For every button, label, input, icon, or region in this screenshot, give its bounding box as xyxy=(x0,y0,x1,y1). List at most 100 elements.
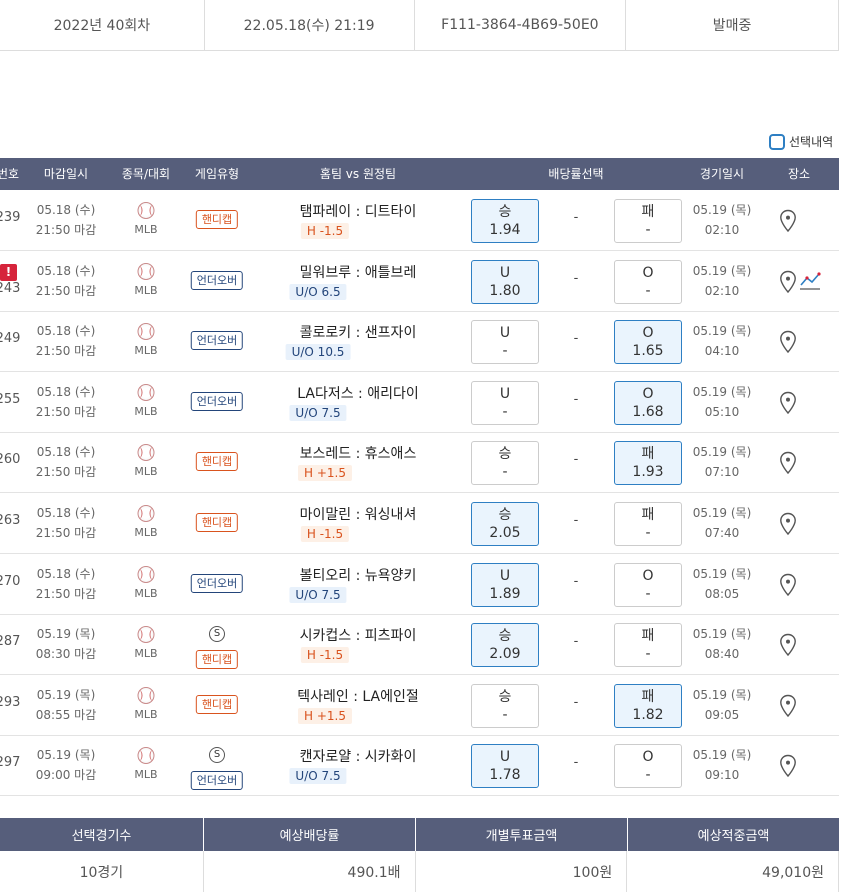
odds-option-away[interactable]: O- xyxy=(614,562,682,607)
odds-option-home[interactable]: 승 1.94 xyxy=(471,199,539,243)
handicap-label: U/O 7.5 xyxy=(289,404,347,421)
map-pin-icon[interactable] xyxy=(779,694,797,722)
map-pin-icon[interactable] xyxy=(779,633,797,661)
odds-option-home[interactable]: U 1.89 xyxy=(471,562,539,607)
match-teams[interactable]: 탬파레이 : 디트타이 xyxy=(300,201,417,221)
game-date-cell: 05.19 (목) 09:05 xyxy=(693,685,752,725)
baseball-icon xyxy=(137,323,155,341)
game-time: 09:05 xyxy=(704,707,740,722)
odds-option-away[interactable]: 패- xyxy=(614,502,682,546)
game-number: 270 xyxy=(0,573,21,589)
odds-option-away[interactable]: 패- xyxy=(614,199,682,243)
map-pin-icon[interactable] xyxy=(779,573,797,601)
table-row: 25505.18 (수)21:50 마감MLB언더오버LA다저스 : 애리다이U… xyxy=(0,372,839,433)
game-time: 07:40 xyxy=(704,526,740,540)
odds-option-value: 2.05 xyxy=(489,525,521,541)
map-pin-icon[interactable] xyxy=(779,754,797,782)
odds-option-away[interactable]: O 1.68 xyxy=(614,380,682,425)
odds-option-home[interactable]: 승 2.05 xyxy=(471,502,539,546)
map-pin-icon[interactable] xyxy=(779,270,797,298)
match-teams[interactable]: 볼티오리 : 뉴욕양키 xyxy=(300,565,417,585)
deadline-cell: 05.18 (수) 21:50 마감 xyxy=(36,200,96,240)
map-pin-icon[interactable] xyxy=(779,209,797,237)
odds-option-label: O xyxy=(642,385,654,402)
deadline-time: 21:50 마감 xyxy=(35,283,97,298)
game-number: 293 xyxy=(0,694,21,710)
odds-option-away[interactable]: 패 1.93 xyxy=(614,441,682,486)
chart-icon[interactable] xyxy=(798,270,822,296)
odds-middle: - xyxy=(573,391,579,407)
table-row: 263 05.18 (수) 21:50 마감 MLB 핸디캡 마이말린 : 워싱내셔 H -… xyxy=(0,493,839,554)
odds-option-home[interactable]: U- xyxy=(471,320,539,365)
odds-option-home[interactable]: 승 2.09 xyxy=(471,623,539,668)
table-row: 287 05.19 (목) 08:30 마감 MLB S 핸디캡 시카컵스 : 피츠파이 H … xyxy=(0,614,839,676)
match-teams[interactable]: 보스레드 : 휴스애스 xyxy=(300,443,417,463)
odds-option-away[interactable]: O 1.65 xyxy=(614,320,682,365)
odds-option-home[interactable]: U- xyxy=(471,380,539,425)
baseball-icon xyxy=(137,383,155,401)
odds-option-home[interactable]: 승- xyxy=(471,441,539,486)
odds-option-label: U xyxy=(499,264,511,281)
summary-values: 10경기 490.1배 100원 49,010원 xyxy=(0,851,839,892)
odds-option-away[interactable]: 패- xyxy=(614,623,682,668)
match-teams[interactable]: 마이말린 : 워싱내셔 xyxy=(300,504,417,524)
deadline-date: 05.18 (수) xyxy=(36,263,96,278)
match-teams[interactable]: 콜로로키 : 샌프자이 xyxy=(300,322,417,342)
odds-option-label: 패 xyxy=(641,507,655,523)
game-type-tag: 언더오버 xyxy=(190,391,244,411)
game-date: 05.19 (목) xyxy=(692,687,752,702)
summary-payout-label: 예상적중금액 xyxy=(697,829,770,844)
game-number: 255 xyxy=(0,391,21,407)
odds-middle: - xyxy=(573,513,579,528)
deadline-date: 05.19 (목) xyxy=(36,687,96,702)
odds-option-label: U xyxy=(499,325,511,342)
select-view-checkbox[interactable] xyxy=(769,133,785,150)
match-teams[interactable]: 시카컵스 : 피츠파이 xyxy=(300,625,417,645)
game-time: 08:40 xyxy=(704,647,740,662)
game-type-tag: 언더오버 xyxy=(190,573,244,593)
odds-option-away[interactable]: O- xyxy=(614,259,682,304)
odds-option-value: 1.82 xyxy=(632,706,664,723)
round-label: 2022년 40회차 xyxy=(0,0,205,50)
odds-option-home[interactable]: 승- xyxy=(471,683,539,728)
select-view-toggle[interactable]: 선택내역 xyxy=(769,133,833,150)
odds-option-value: - xyxy=(645,222,651,238)
game-date: 05.19 (목) xyxy=(692,324,752,339)
league-label: MLB xyxy=(134,283,158,297)
alert-icon: ! xyxy=(0,263,17,281)
league-label: MLB xyxy=(134,465,158,479)
odds-option-away[interactable]: O- xyxy=(614,744,682,789)
deadline-cell: 05.18 (수) 21:50 마감 xyxy=(36,564,96,604)
game-type-tag: 핸디캡 xyxy=(195,210,239,229)
odds-option-home[interactable]: U 1.80 xyxy=(471,259,539,304)
odds-option-value: 1.89 xyxy=(489,585,521,602)
map-pin-icon[interactable] xyxy=(779,330,797,358)
odds-option-value: 1.80 xyxy=(489,282,521,299)
game-type-tag: 언더오버 xyxy=(190,270,244,290)
odds-option-label: 승 xyxy=(498,507,512,523)
game-date: 05.19 (목) xyxy=(692,566,752,581)
game-date: 05.19 (목) xyxy=(692,748,752,763)
table-row: 249 05.18 (수) 21:50 마감 MLB 언더오버 콜로로키 : 샌프자이 U/… xyxy=(0,311,839,373)
odds-option-label: U xyxy=(499,385,511,402)
map-pin-icon[interactable] xyxy=(779,512,797,540)
summary-games-label: 선택경기수 xyxy=(0,818,204,851)
map-pin-icon[interactable] xyxy=(779,391,797,419)
summary-odds-value: 490.1배 xyxy=(204,851,416,892)
odds-option-value: 1.93 xyxy=(632,464,664,481)
deadline-date: 05.18 (수) xyxy=(36,324,96,339)
match-teams[interactable]: LA다저스 : 애리다이 xyxy=(297,383,418,403)
col-game-date: 경기일시 xyxy=(699,167,745,181)
match-teams[interactable]: 텍사레인 : LA에인절 xyxy=(297,686,418,706)
game-time: 04:10 xyxy=(704,344,740,359)
game-type-tag: 핸디캡 xyxy=(195,452,239,472)
col-venue: 장소 xyxy=(787,167,811,181)
match-teams[interactable]: 캔자로얄 : 시카화이 xyxy=(300,746,417,766)
deadline-cell: 05.18 (수) 21:50 마감 xyxy=(36,261,96,301)
odds-option-home[interactable]: U 1.78 xyxy=(471,744,539,789)
odds-option-away[interactable]: 패 1.82 xyxy=(614,683,682,728)
match-teams[interactable]: 밀워브루 : 애틀브레 xyxy=(300,262,417,282)
game-number: 239 xyxy=(0,210,21,225)
odds-option-value: 1.68 xyxy=(632,403,664,420)
map-pin-icon[interactable] xyxy=(779,451,797,479)
